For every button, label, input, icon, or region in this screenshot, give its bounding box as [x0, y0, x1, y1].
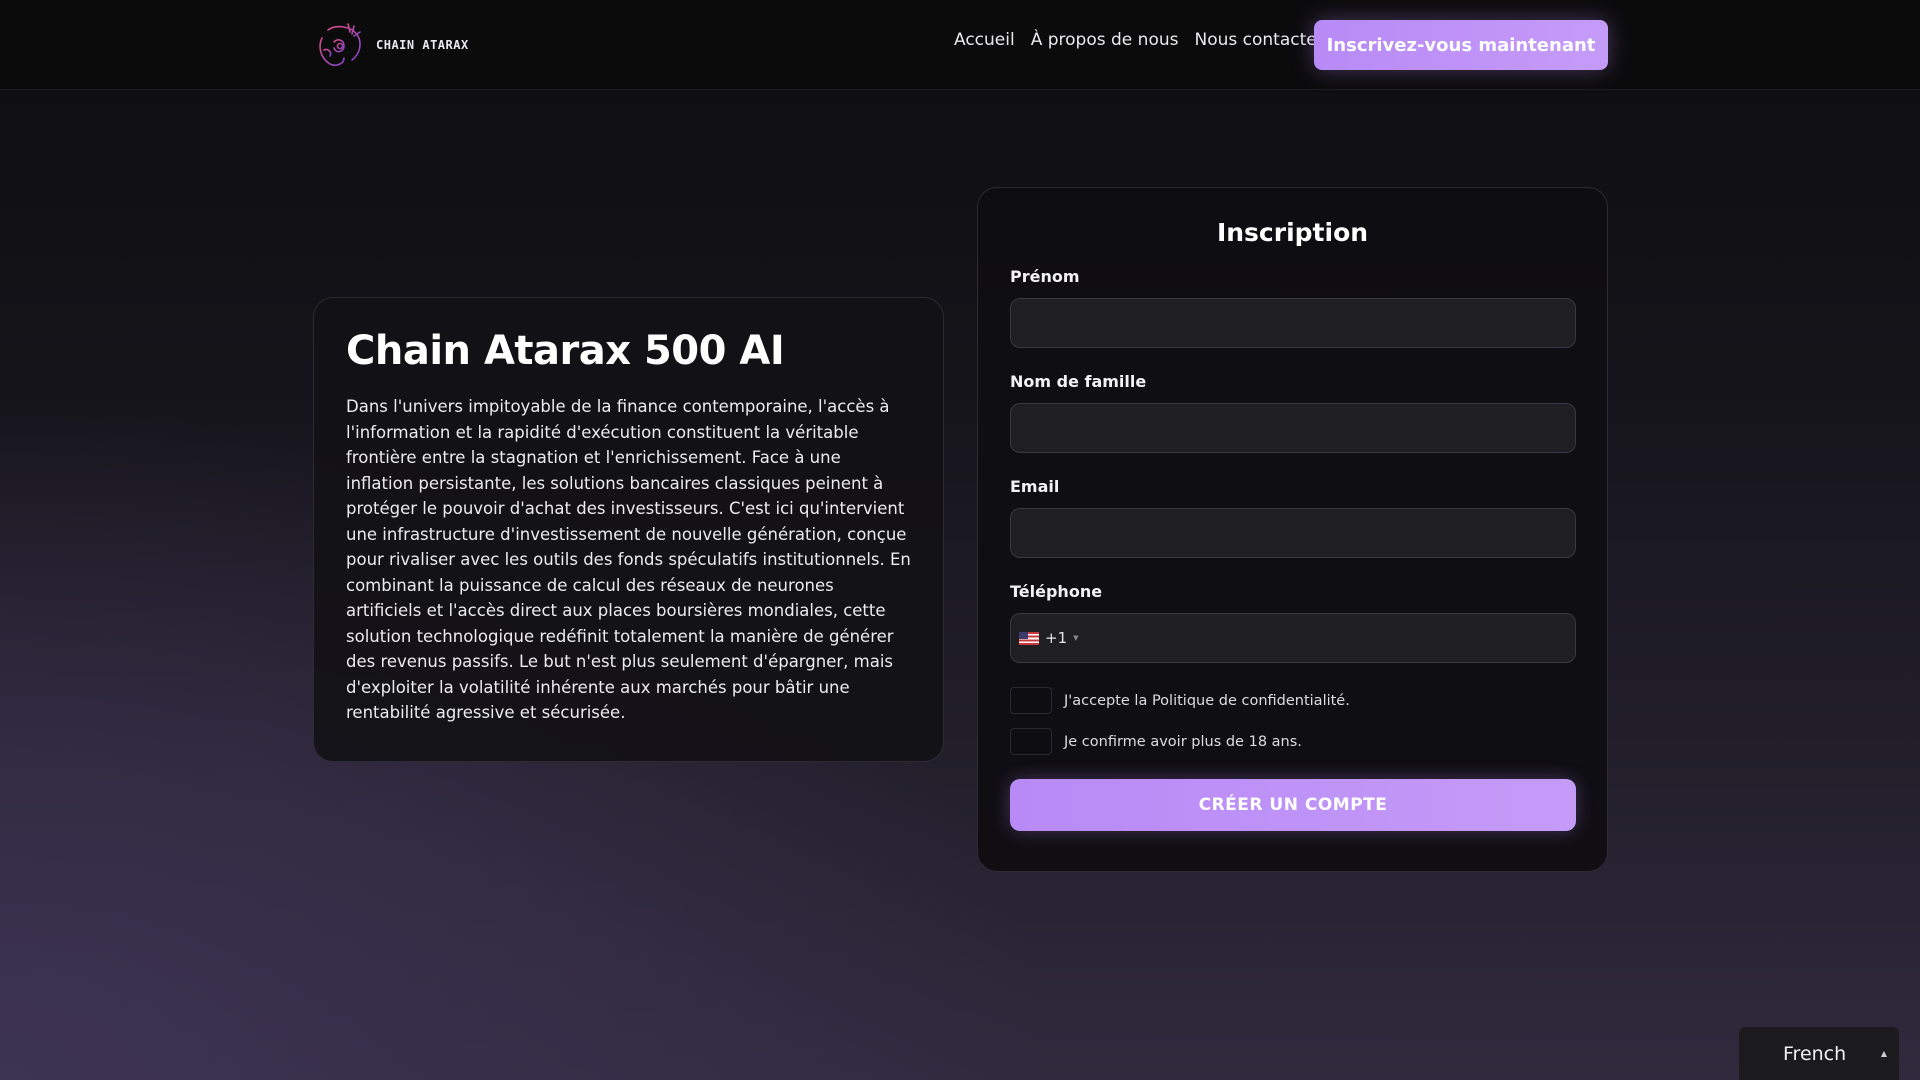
phone-label: Téléphone [1010, 582, 1103, 601]
country-dropdown-caret-icon[interactable]: ▼ [1073, 634, 1078, 642]
dial-code[interactable]: +1 [1045, 629, 1067, 647]
info-card: Chain Atarax 500 AI Dans l'univers impit… [313, 297, 944, 762]
last-name-input[interactable] [1010, 403, 1576, 453]
privacy-label: J'accepte la Politique de confidentialit… [1064, 692, 1350, 709]
logo-icon [319, 23, 361, 66]
age-checkbox[interactable] [1010, 728, 1052, 755]
email-input[interactable] [1010, 508, 1576, 558]
phone-field: +1 ▼ [1010, 613, 1576, 663]
page-title: Chain Atarax 500 AI [346, 328, 785, 374]
privacy-consent-row: J'accepte la Politique de confidentialit… [1010, 687, 1575, 714]
signup-now-button[interactable]: Inscrivez-vous maintenant [1314, 20, 1608, 70]
email-label: Email [1010, 477, 1060, 496]
age-label: Je confirme avoir plus de 18 ans. [1064, 733, 1302, 750]
create-account-button[interactable]: CRÉER UN COMPTE [1010, 779, 1576, 831]
signup-form-card: Inscription Prénom Nom de famille Email … [977, 187, 1608, 872]
first-name-input[interactable] [1010, 298, 1576, 348]
logo-text: CHAIN ATARAX [376, 38, 469, 52]
info-paragraph: Dans l'univers impitoyable de la finance… [346, 397, 911, 722]
nav-link-contact[interactable]: Nous contacter [1194, 30, 1323, 50]
age-confirm-row: Je confirme avoir plus de 18 ans. [1010, 728, 1575, 755]
language-switcher[interactable]: French ▲ [1739, 1027, 1899, 1080]
brand-logo[interactable]: CHAIN ATARAX [314, 20, 469, 70]
last-name-label: Nom de famille [1010, 372, 1147, 391]
site-header: CHAIN ATARAX Accueil À propos de nous No… [0, 0, 1920, 90]
caret-up-icon: ▲ [1880, 1049, 1887, 1058]
us-flag-icon[interactable] [1019, 631, 1039, 645]
nav-link-about[interactable]: À propos de nous [1031, 30, 1179, 50]
nav-link-home[interactable]: Accueil [954, 30, 1015, 50]
form-title: Inscription [1216, 218, 1369, 247]
language-label: French [1783, 1042, 1847, 1065]
privacy-checkbox[interactable] [1010, 687, 1052, 714]
main-nav: Accueil À propos de nous Nous contacter [954, 28, 1324, 52]
first-name-label: Prénom [1010, 267, 1080, 286]
